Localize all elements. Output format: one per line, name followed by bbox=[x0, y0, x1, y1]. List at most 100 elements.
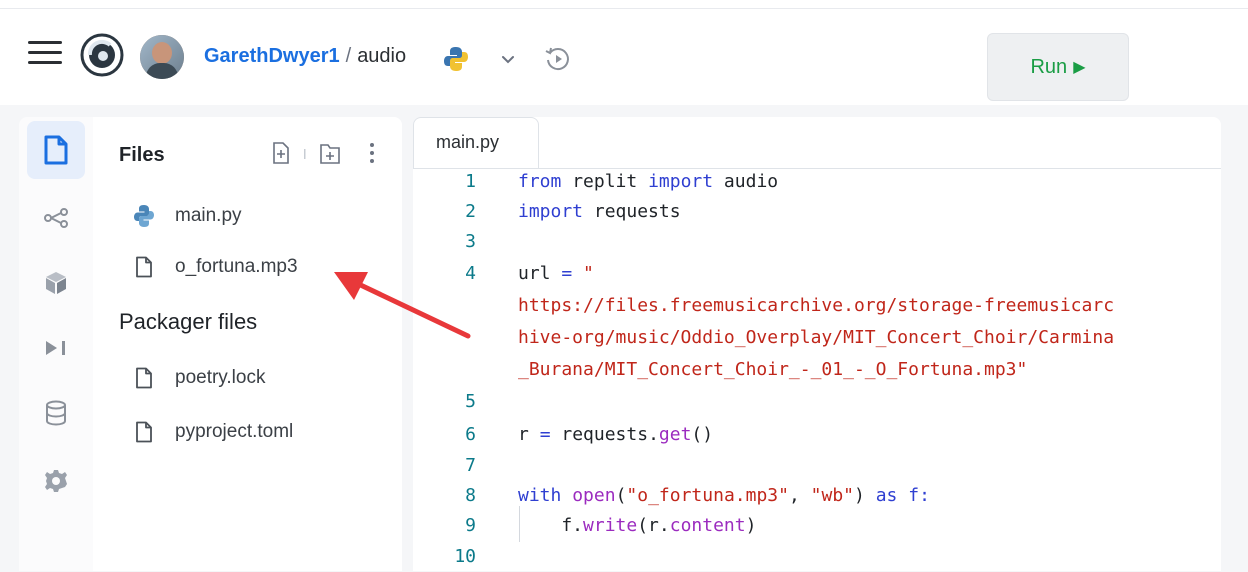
code-text: ) bbox=[854, 485, 876, 506]
play-icon: ▶ bbox=[1073, 59, 1086, 76]
string-literal: " bbox=[572, 263, 594, 284]
code-text: requests. bbox=[550, 424, 659, 445]
top-strip bbox=[0, 0, 1248, 9]
code-text: ( bbox=[615, 485, 627, 506]
top-bar: GarethDwyer1/audio Run ▶ bbox=[0, 9, 1248, 105]
code-text: requests bbox=[583, 201, 681, 222]
code-text: f. bbox=[518, 515, 584, 536]
file-name: o_fortuna.mp3 bbox=[175, 256, 298, 277]
code-line-4-wrap-2: hive-org/music/Oddio_Overplay/MIT_Concer… bbox=[518, 327, 1115, 348]
repl-name[interactable]: audio bbox=[357, 45, 406, 67]
files-panel: Files main.py o_fortuna.mp3 Packager fil… bbox=[93, 117, 402, 571]
file-icon bbox=[133, 420, 155, 444]
code-text: replit bbox=[561, 171, 649, 192]
more-options-icon[interactable] bbox=[370, 143, 374, 163]
file-name: main.py bbox=[175, 205, 242, 226]
history-icon[interactable] bbox=[542, 43, 574, 75]
keyword: import bbox=[518, 201, 584, 222]
code-line-8: with open("o_fortuna.mp3", "wb") as f: bbox=[518, 485, 930, 506]
right-gutter bbox=[1221, 117, 1248, 571]
packager-files-title: Packager files bbox=[119, 309, 258, 334]
line-number: 3 bbox=[465, 231, 476, 252]
files-panel-title: Files bbox=[119, 144, 165, 166]
code-line-6: r = requests.get() bbox=[518, 424, 713, 445]
database-icon bbox=[46, 400, 66, 426]
code-line-9: f.write(r.content) bbox=[518, 515, 756, 536]
file-item-pyproject-toml[interactable]: pyproject.toml bbox=[133, 418, 293, 446]
file-item-main-py[interactable]: main.py bbox=[133, 202, 242, 230]
code-line-4: url = " bbox=[518, 263, 594, 284]
line-number: 7 bbox=[465, 455, 476, 476]
code-text: r bbox=[518, 424, 540, 445]
file-name: pyproject.toml bbox=[175, 421, 294, 442]
operator: = bbox=[539, 424, 551, 445]
indent-guide bbox=[519, 506, 520, 542]
run-label: Run bbox=[1030, 55, 1068, 78]
line-number: 10 bbox=[454, 546, 476, 567]
operator: : bbox=[919, 485, 930, 506]
database-tool-button[interactable] bbox=[27, 384, 85, 442]
code-line-4-wrap-1: https://files.freemusicarchive.org/stora… bbox=[518, 295, 1115, 316]
code-text: url bbox=[518, 263, 562, 284]
code-line-4-wrap-3: _Burana/MIT_Concert_Choir_-_01_-_O_Fortu… bbox=[518, 359, 1028, 380]
line-number: 2 bbox=[465, 201, 476, 222]
packages-icon bbox=[46, 272, 66, 294]
new-file-icon[interactable] bbox=[273, 142, 289, 164]
file-icon bbox=[133, 255, 155, 279]
function-name: open bbox=[572, 485, 616, 506]
file-item-poetry-lock[interactable]: poetry.lock bbox=[133, 364, 265, 392]
chevron-down-icon[interactable] bbox=[500, 51, 516, 67]
tool-rail bbox=[19, 117, 93, 571]
keyword: import bbox=[648, 171, 714, 192]
packages-tool-button[interactable] bbox=[27, 254, 85, 312]
keyword: as bbox=[875, 485, 898, 506]
python-language-icon[interactable] bbox=[441, 44, 471, 74]
variable: f bbox=[897, 485, 920, 506]
code-text: , bbox=[788, 485, 811, 506]
files-icon bbox=[44, 135, 68, 165]
code-text: () bbox=[691, 424, 714, 445]
string-literal: "o_fortuna.mp3" bbox=[626, 485, 789, 506]
share-tool-button[interactable] bbox=[27, 189, 85, 247]
share-icon bbox=[44, 208, 68, 228]
keyword: with bbox=[518, 485, 562, 506]
new-folder-icon[interactable] bbox=[320, 144, 340, 164]
breadcrumb-separator: / bbox=[345, 45, 352, 67]
code-text: audio bbox=[713, 171, 779, 192]
user-avatar[interactable] bbox=[140, 35, 184, 79]
run-button[interactable]: Run ▶ bbox=[987, 33, 1129, 101]
files-tool-button[interactable] bbox=[27, 121, 85, 179]
code-line-1: from replit import audio bbox=[518, 171, 778, 192]
operator: = bbox=[561, 263, 573, 284]
line-number: 9 bbox=[465, 515, 476, 536]
settings-tool-button[interactable] bbox=[27, 452, 85, 510]
console-icon bbox=[46, 341, 65, 355]
line-number: 1 bbox=[465, 171, 476, 192]
code-text: ) bbox=[745, 515, 757, 536]
divider bbox=[304, 149, 306, 159]
line-number: 5 bbox=[465, 391, 476, 412]
repl-breadcrumb: GarethDwyer1/audio bbox=[204, 45, 406, 68]
python-icon bbox=[133, 204, 155, 228]
annotation-arrow-icon bbox=[334, 272, 471, 339]
code-text: (r. bbox=[637, 515, 670, 536]
file-item-o-fortuna-mp3[interactable]: o_fortuna.mp3 bbox=[133, 253, 298, 281]
files-actions bbox=[273, 142, 374, 164]
settings-icon bbox=[45, 470, 67, 492]
function-name: write bbox=[583, 515, 638, 536]
replit-logo-icon[interactable] bbox=[80, 33, 124, 77]
line-number: 8 bbox=[465, 485, 476, 506]
hamburger-menu-icon[interactable] bbox=[28, 41, 62, 69]
file-icon bbox=[133, 366, 155, 390]
file-name: poetry.lock bbox=[175, 367, 266, 388]
attribute: content bbox=[669, 515, 746, 536]
owner-link[interactable]: GarethDwyer1 bbox=[204, 45, 340, 67]
function-name: get bbox=[658, 424, 692, 445]
line-number: 6 bbox=[465, 424, 476, 445]
tab-main-py[interactable]: main.py bbox=[413, 117, 539, 169]
keyword: from bbox=[518, 171, 562, 192]
code-line-2: import requests bbox=[518, 201, 681, 222]
console-tool-button[interactable] bbox=[27, 319, 85, 377]
string-literal: "wb" bbox=[810, 485, 855, 506]
